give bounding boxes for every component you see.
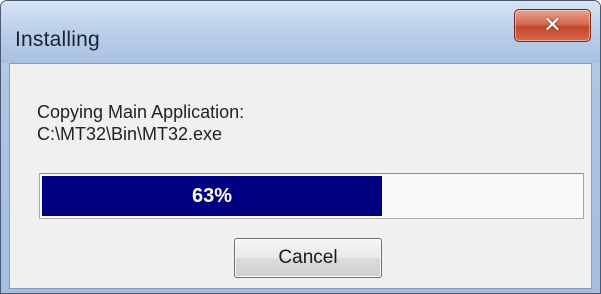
- status-label: Copying Main Application:: [37, 102, 245, 122]
- progress-bar: 63%: [39, 173, 584, 219]
- close-button[interactable]: ✕: [514, 9, 591, 42]
- title-bar[interactable]: Installing ✕: [1, 1, 600, 63]
- window-title: Installing: [15, 28, 100, 51]
- close-icon: ✕: [543, 13, 562, 38]
- progress-fill: 63%: [42, 176, 382, 216]
- cancel-button[interactable]: Cancel: [234, 238, 382, 278]
- installer-window: Installing ✕ Copying Main Application: C…: [0, 0, 601, 294]
- dialog-body: Copying Main Application: C:\MT32\Bin\MT…: [9, 63, 592, 289]
- progress-percent: 63%: [191, 184, 233, 207]
- file-path: C:\MT32\Bin\MT32.exe: [37, 124, 223, 144]
